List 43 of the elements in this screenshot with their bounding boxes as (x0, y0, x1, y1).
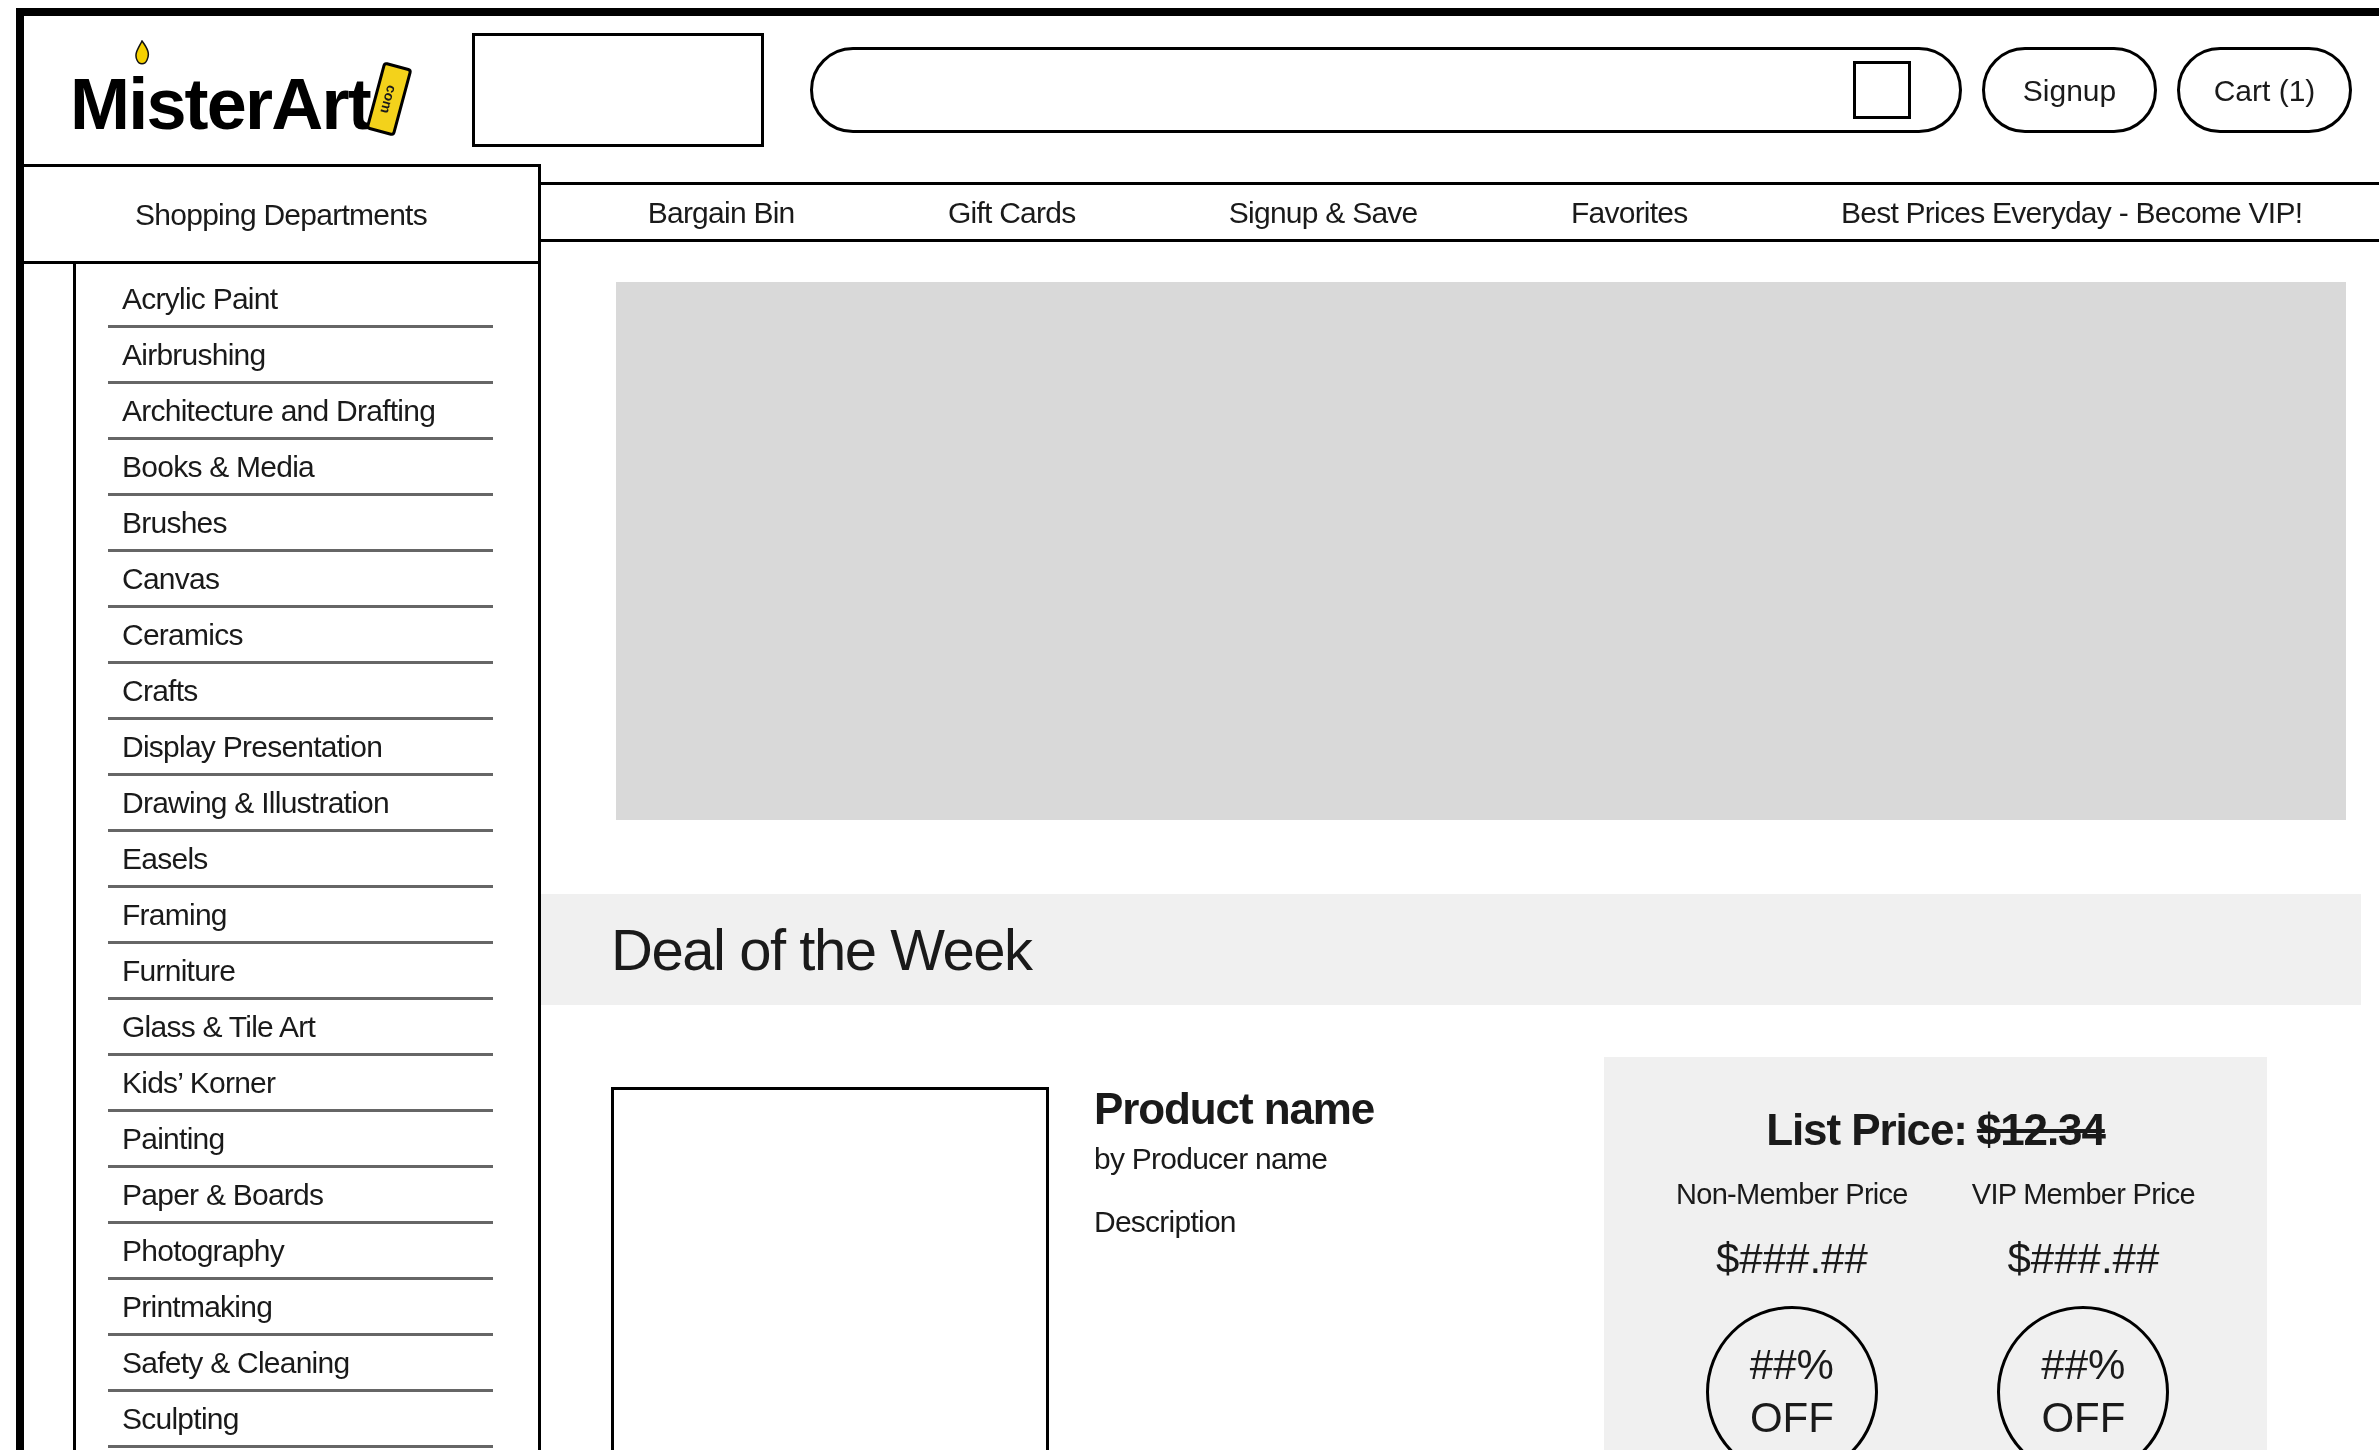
department-item[interactable]: Kids’ Korner (108, 1056, 493, 1112)
list-price-label: List Price: (1766, 1104, 1967, 1156)
discount-badge: ##% OFF (1997, 1305, 2170, 1450)
department-item[interactable]: Drawing & Illustration (108, 776, 493, 832)
department-item[interactable]: Ceramics (108, 608, 493, 664)
department-item[interactable]: Books & Media (108, 440, 493, 496)
department-item[interactable]: Photography (108, 1224, 493, 1280)
nav-link[interactable]: Best Prices Everyday - Become VIP! (1840, 189, 2303, 235)
nav-link[interactable]: Gift Cards (947, 189, 1076, 235)
nav-link[interactable]: Bargain Bin (647, 189, 795, 235)
department-item[interactable]: Easels (108, 832, 493, 888)
price-value: $###.## (1715, 1233, 1868, 1284)
signup-button[interactable]: Signup (1982, 47, 2157, 133)
department-item[interactable]: Crafts (108, 664, 493, 720)
department-item[interactable]: Printmaking (108, 1280, 493, 1336)
sidebar-heading: Shopping Departments (135, 196, 427, 233)
producer-name: by Producer name (1094, 1141, 1329, 1177)
department-item[interactable]: Acrylic Paint (108, 272, 493, 328)
deal-title: Deal of the Week (611, 916, 1032, 984)
product-name: Product name (1094, 1083, 1376, 1135)
department-item[interactable]: Safety & Cleaning (108, 1336, 493, 1392)
department-item[interactable]: Architecture and Drafting (108, 384, 493, 440)
department-item[interactable]: Furniture (108, 944, 493, 1000)
cart-button[interactable]: Cart (1) (2177, 47, 2352, 133)
nav-link[interactable]: Signup & Save (1228, 189, 1418, 235)
product-description: Description (1094, 1204, 1237, 1240)
department-item[interactable]: Paper & Boards (108, 1168, 493, 1224)
price-label: VIP Member Price (1971, 1177, 2195, 1212)
department-item[interactable]: Framing (108, 888, 493, 944)
department-item[interactable]: Airbrushing (108, 328, 493, 384)
price-value: $###.## (2007, 1233, 2160, 1284)
department-item[interactable]: Glass & Tile Art (108, 1000, 493, 1056)
nav-link[interactable]: Favorites (1570, 189, 1688, 235)
department-item[interactable]: Display Presentation (108, 720, 493, 776)
discount-badge: ##% OFF (1705, 1305, 1878, 1450)
search-field[interactable] (810, 47, 1962, 133)
search-button[interactable] (1853, 61, 1911, 119)
department-item[interactable]: Sculpting (108, 1392, 493, 1448)
list-price-value: $12.34 (1976, 1104, 2105, 1156)
price-label: Non-Member Price (1676, 1177, 1908, 1212)
department-item[interactable]: Brushes (108, 496, 493, 552)
department-item[interactable]: Painting (108, 1112, 493, 1168)
department-item[interactable]: Canvas (108, 552, 493, 608)
